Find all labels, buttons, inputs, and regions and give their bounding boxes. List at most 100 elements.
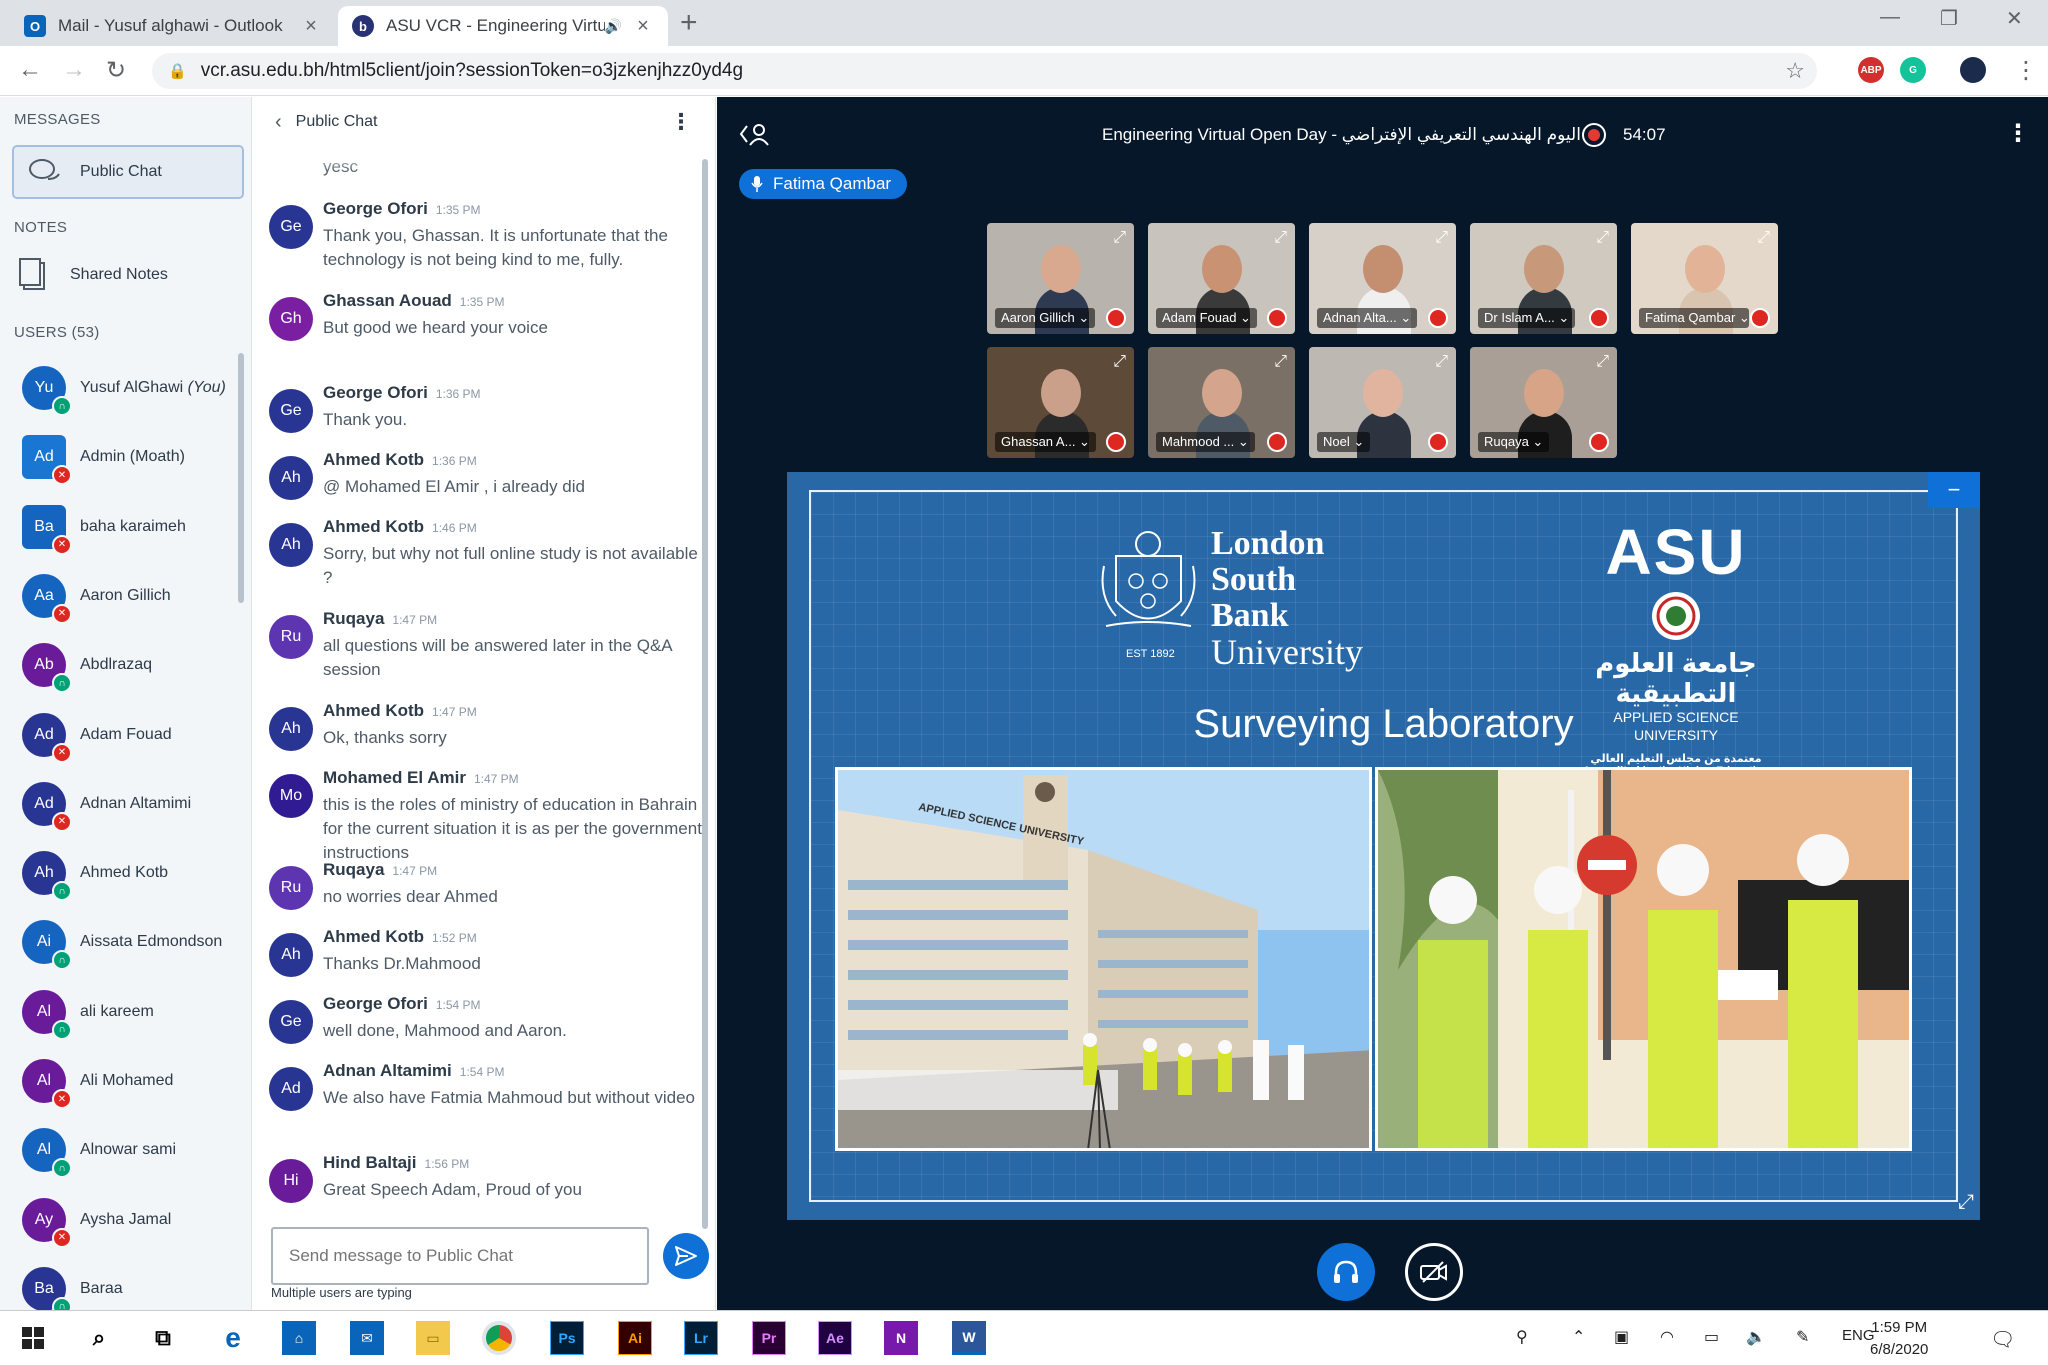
webcam-tile[interactable]: ⤢ Ghassan A... ⌄ <box>987 347 1134 458</box>
expand-video-icon[interactable]: ⤢ <box>1596 353 1609 371</box>
speaker-icon[interactable]: 🔊 <box>605 18 622 35</box>
webcam-user-name[interactable]: Dr Islam A... ⌄ <box>1478 308 1576 328</box>
chat-scrollbar[interactable] <box>702 159 708 1229</box>
webcam-user-name[interactable]: Adnan Alta... ⌄ <box>1317 308 1418 328</box>
tray-chevron-up-icon[interactable]: ⌃ <box>1572 1327 1585 1347</box>
user-list-item[interactable]: Ah ∩ Ahmed Kotb <box>22 848 242 902</box>
webcam-tile[interactable]: ⤢ Aaron Gillich ⌄ <box>987 223 1134 334</box>
monitor-icon[interactable]: ▣ <box>1614 1327 1629 1347</box>
minimize-presentation-button[interactable]: − <box>1928 472 1980 508</box>
expand-video-icon[interactable]: ⤢ <box>1435 229 1448 247</box>
user-list-item[interactable]: Ab ∩ Abdlrazaq <box>22 640 242 694</box>
webcam-user-name[interactable]: Ruqaya ⌄ <box>1478 432 1550 452</box>
expand-video-icon[interactable]: ⤢ <box>1113 353 1126 371</box>
browser-menu-icon[interactable]: ⋮ <box>2014 56 2038 85</box>
after-effects-icon[interactable]: Ae <box>818 1321 852 1355</box>
user-list-item[interactable]: Ba ✕ baha karaimeh <box>22 502 242 555</box>
shared-notes-item[interactable]: Shared Notes <box>18 257 168 293</box>
webcam-user-name[interactable]: Fatima Qambar ⌄ <box>1639 308 1749 328</box>
user-list-item[interactable]: Aa ✕ Aaron Gillich <box>22 571 242 624</box>
onenote-icon[interactable]: N <box>884 1321 918 1355</box>
minimize-window-button[interactable]: — <box>1880 6 1900 29</box>
people-icon[interactable]: ⚲ <box>1516 1327 1528 1347</box>
premiere-icon[interactable]: Pr <box>752 1321 786 1355</box>
word-icon[interactable]: W <box>952 1321 986 1355</box>
restore-window-button[interactable]: ❐ <box>1940 6 1958 31</box>
user-list-item[interactable]: Al ✕ Ali Mohamed <box>22 1056 242 1109</box>
tab-outlook[interactable]: O Mail - Yusuf alghawi - Outlook × <box>10 6 336 46</box>
bookmark-star-icon[interactable]: ☆ <box>1785 58 1805 84</box>
webcam-tile[interactable]: ⤢ Ruqaya ⌄ <box>1470 347 1617 458</box>
expand-video-icon[interactable]: ⤢ <box>1435 353 1448 371</box>
back-button[interactable]: ← <box>18 56 42 84</box>
new-tab-button[interactable]: + <box>680 6 698 40</box>
user-list-item[interactable]: Ad ✕ Adam Fouad <box>22 710 242 763</box>
reload-button[interactable]: ↻ <box>106 56 126 85</box>
user-list-item[interactable]: Yu ∩ Yusuf AlGhawi (You) <box>22 363 242 416</box>
profile-avatar[interactable] <box>1960 57 1986 83</box>
volume-icon[interactable]: 🔈 <box>1746 1327 1766 1347</box>
recording-indicator-icon[interactable] <box>1582 123 1606 147</box>
webcam-user-name[interactable]: Noel ⌄ <box>1317 432 1371 452</box>
task-view-icon[interactable]: ⧉ <box>146 1321 180 1355</box>
mail-icon[interactable]: ✉ <box>350 1321 384 1355</box>
avatar-initials: Ai <box>36 933 52 951</box>
send-message-button[interactable] <box>663 1233 709 1279</box>
adblock-icon[interactable]: ABP <box>1858 57 1884 83</box>
webcam-user-name[interactable]: Ghassan A... ⌄ <box>995 432 1096 452</box>
webcam-tile[interactable]: ⤢ Adnan Alta... ⌄ <box>1309 223 1456 334</box>
file-explorer-icon[interactable]: ▭ <box>416 1321 450 1355</box>
photoshop-icon[interactable]: Ps <box>550 1321 584 1355</box>
webcam-tile[interactable]: ⤢ Mahmood ... ⌄ <box>1148 347 1295 458</box>
url-field[interactable]: 🔒 vcr.asu.edu.bh/html5client/join?sessio… <box>152 53 1817 89</box>
grammarly-icon[interactable]: G <box>1900 57 1926 83</box>
notifications-icon[interactable]: 🗨 <box>1990 1327 2015 1352</box>
webcam-tile[interactable]: ⤢ Adam Fouad ⌄ <box>1148 223 1295 334</box>
webcam-tile[interactable]: ⤢ Fatima Qambar ⌄ <box>1631 223 1778 334</box>
system-clock[interactable]: 1:59 PM 6/8/2020 <box>1870 1317 1928 1361</box>
tab-asu-vcr[interactable]: b ASU VCR - Engineering Virtu 🔊 × <box>338 6 668 46</box>
illustrator-icon[interactable]: Ai <box>618 1321 652 1355</box>
lightroom-icon[interactable]: Lr <box>684 1321 718 1355</box>
user-list-item[interactable]: Ba ∩ Baraa <box>22 1264 242 1310</box>
expand-video-icon[interactable]: ⤢ <box>1274 229 1287 247</box>
webcam-user-name[interactable]: Aaron Gillich ⌄ <box>995 308 1096 328</box>
close-window-button[interactable]: ✕ <box>2006 6 2023 31</box>
chrome-icon[interactable] <box>482 1321 516 1355</box>
chat-message-input[interactable] <box>271 1227 649 1285</box>
chevron-left-icon[interactable]: ‹ <box>275 111 282 134</box>
share-webcam-button[interactable] <box>1405 1243 1463 1301</box>
chat-options-icon[interactable]: ⋮ <box>670 109 692 135</box>
close-tab-icon[interactable]: × <box>300 15 322 38</box>
audio-headphones-button[interactable] <box>1317 1243 1375 1301</box>
close-tab-icon[interactable]: × <box>632 15 654 38</box>
public-chat-item[interactable]: Public Chat <box>12 145 244 199</box>
user-name-text: Aysha Jamal <box>80 1210 172 1228</box>
user-list-item[interactable]: Al ∩ Alnowar sami <box>22 1125 242 1179</box>
fullscreen-presentation-icon[interactable]: ⤢ <box>1958 1191 1974 1214</box>
webcam-tile[interactable]: ⤢ Dr Islam A... ⌄ <box>1470 223 1617 334</box>
toggle-user-list-icon[interactable] <box>739 121 771 147</box>
expand-video-icon[interactable]: ⤢ <box>1113 229 1126 247</box>
expand-video-icon[interactable]: ⤢ <box>1757 229 1770 247</box>
meeting-options-icon[interactable]: ⋮ <box>2006 119 2030 148</box>
user-list-item[interactable]: Ai ∩ Aissata Edmondson <box>22 917 242 971</box>
webcam-user-name[interactable]: Mahmood ... ⌄ <box>1156 432 1255 452</box>
pen-icon[interactable]: ✎ <box>1796 1327 1809 1347</box>
edge-icon[interactable]: e <box>216 1321 250 1355</box>
user-list-item[interactable]: Ay ✕ Aysha Jamal <box>22 1195 242 1248</box>
forward-button[interactable]: → <box>62 56 86 84</box>
webcam-user-name[interactable]: Adam Fouad ⌄ <box>1156 308 1257 328</box>
user-list-item[interactable]: Ad ✕ Adnan Altamimi <box>22 779 242 832</box>
user-list-item[interactable]: Ad ✕ Admin (Moath) <box>22 432 242 486</box>
search-icon[interactable]: ⌕ <box>82 1321 116 1355</box>
user-list-scrollbar[interactable] <box>238 353 244 603</box>
webcam-tile[interactable]: ⤢ Noel ⌄ <box>1309 347 1456 458</box>
expand-video-icon[interactable]: ⤢ <box>1274 353 1287 371</box>
store-icon[interactable]: ⌂ <box>282 1321 316 1355</box>
wifi-icon[interactable]: ◠ <box>1660 1327 1674 1347</box>
windows-start-icon[interactable] <box>16 1321 50 1355</box>
battery-icon[interactable]: ▭ <box>1704 1327 1719 1347</box>
expand-video-icon[interactable]: ⤢ <box>1596 229 1609 247</box>
user-list-item[interactable]: Al ∩ ali kareem <box>22 987 242 1040</box>
